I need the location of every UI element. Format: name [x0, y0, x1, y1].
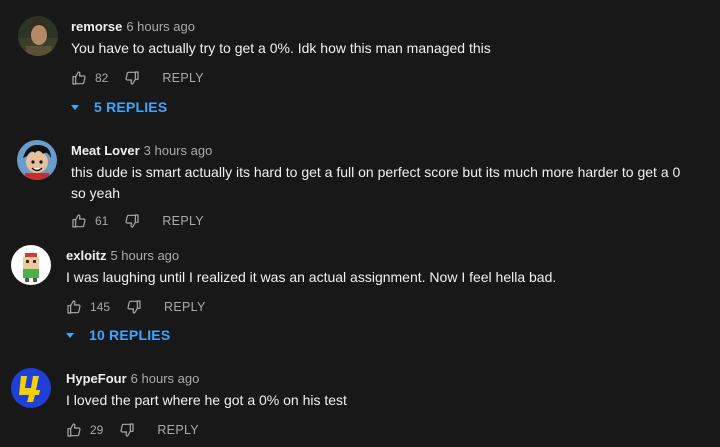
caret-down-icon — [71, 104, 79, 110]
thumbs-up-icon[interactable] — [71, 213, 87, 229]
view-replies-button[interactable]: 10 REPLIES — [66, 327, 170, 343]
comment-text: You have to actually try to get a 0%. Id… — [71, 40, 491, 56]
reply-button[interactable]: REPLY — [162, 71, 204, 85]
comment-text: I was laughing until I realized it was a… — [66, 269, 557, 285]
comment-timestamp[interactable]: 5 hours ago — [110, 248, 179, 263]
avatar[interactable] — [17, 140, 57, 180]
replies-label: 5 REPLIES — [94, 99, 168, 115]
comment-timestamp[interactable]: 6 hours ago — [131, 371, 200, 386]
thumbs-down-icon[interactable] — [124, 213, 140, 229]
comment-timestamp[interactable]: 6 hours ago — [126, 19, 195, 34]
thumbs-down-icon[interactable] — [124, 70, 140, 86]
thumbs-up-icon[interactable] — [66, 299, 82, 315]
pixel-character-avatar-icon — [11, 245, 51, 285]
avatar[interactable] — [11, 368, 51, 408]
thumbs-down-icon[interactable] — [119, 422, 135, 438]
like-count: 29 — [90, 423, 104, 437]
comment-author[interactable]: exloitz — [66, 248, 106, 263]
reply-button[interactable]: REPLY — [157, 423, 199, 437]
replies-label: 10 REPLIES — [89, 327, 171, 343]
like-count: 82 — [95, 71, 109, 85]
comment-text-line: this dude is smart actually its hard to … — [71, 164, 681, 180]
thumbs-down-icon[interactable] — [126, 299, 142, 315]
like-count: 61 — [95, 214, 109, 228]
profile-photo-icon — [18, 16, 58, 56]
view-replies-button[interactable]: 5 REPLIES — [71, 99, 167, 115]
comment-text: I loved the part where he got a 0% on hi… — [66, 392, 347, 408]
like-count: 145 — [90, 300, 111, 314]
reply-button[interactable]: REPLY — [164, 300, 206, 314]
comment-author[interactable]: HypeFour — [66, 371, 127, 386]
comment-timestamp[interactable]: 3 hours ago — [144, 143, 213, 158]
avatar[interactable] — [18, 16, 58, 56]
reply-button[interactable]: REPLY — [162, 214, 204, 228]
anime-character-avatar-icon — [17, 140, 57, 180]
number-four-logo-avatar-icon — [11, 368, 51, 408]
caret-down-icon — [66, 332, 74, 338]
comment-author[interactable]: Meat Lover — [71, 143, 140, 158]
comment-text-line: so yeah — [71, 185, 121, 201]
comment-text: this dude is smart actually its hard to … — [71, 162, 681, 204]
avatar[interactable] — [11, 245, 51, 285]
comment-author[interactable]: remorse — [71, 19, 122, 34]
thumbs-up-icon[interactable] — [66, 422, 82, 438]
thumbs-up-icon[interactable] — [71, 70, 87, 86]
